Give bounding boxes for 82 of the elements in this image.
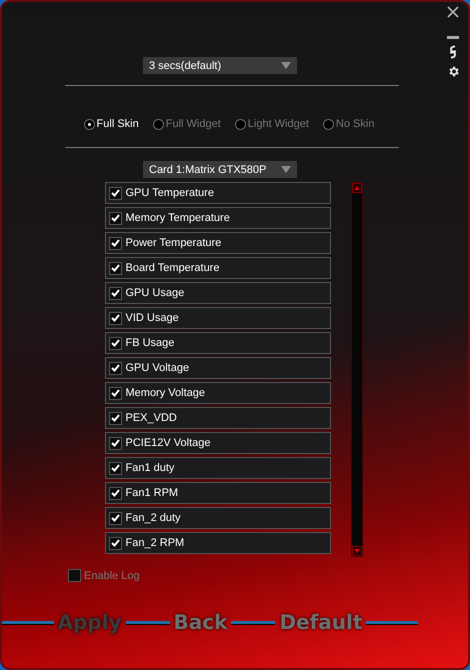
check-icon — [110, 264, 120, 272]
monitor-label: Memory Voltage — [126, 387, 205, 399]
monitor-label: FB Usage — [126, 337, 174, 349]
checkbox[interactable] — [108, 212, 122, 224]
check-icon — [110, 289, 120, 297]
checkbox[interactable] — [108, 336, 122, 350]
monitor-item[interactable]: Fan_2 RPM — [104, 532, 330, 554]
check-icon — [110, 489, 120, 497]
monitor-item[interactable]: GPU Voltage — [104, 357, 330, 379]
checkbox[interactable] — [108, 536, 122, 550]
checkbox[interactable] — [108, 412, 122, 424]
monitor-label: Power Temperature — [126, 237, 222, 249]
monitor-item[interactable]: PEX_VDD — [104, 407, 330, 429]
skin-radio[interactable]: Full Widget — [152, 118, 221, 130]
skin-radio[interactable]: No Skin — [322, 118, 374, 130]
checkbox[interactable] — [108, 486, 122, 500]
card-dropdown[interactable]: Card 1:Matrix GTX580P — [143, 161, 297, 178]
monitor-label: Fan_2 RPM — [126, 537, 184, 549]
check-icon — [110, 214, 120, 222]
check-icon — [110, 464, 120, 472]
checkbox[interactable] — [108, 262, 122, 274]
check-icon — [110, 439, 120, 447]
check-icon — [110, 189, 120, 197]
check-icon — [110, 514, 120, 522]
monitor-item[interactable]: Fan1 duty — [104, 457, 330, 479]
monitor-item[interactable]: VID Usage — [104, 307, 330, 329]
minimize-icon — [447, 36, 459, 39]
monitor-item[interactable]: Power Temperature — [104, 232, 330, 254]
skin-radio[interactable]: Light Widget — [234, 118, 309, 130]
settings-button[interactable] — [446, 65, 460, 78]
checkbox[interactable] — [108, 512, 122, 524]
monitor-label: Fan1 RPM — [126, 487, 178, 499]
monitor-item[interactable]: Board Temperature — [104, 257, 330, 279]
link-button[interactable] — [447, 45, 459, 59]
check-icon — [110, 389, 120, 397]
close-icon — [447, 6, 459, 18]
checkbox[interactable] — [108, 286, 122, 300]
monitor-item[interactable]: Memory Voltage — [104, 382, 330, 404]
checkbox[interactable] — [108, 386, 122, 400]
checkbox[interactable] — [108, 436, 122, 450]
monitor-item[interactable]: Memory Temperature — [104, 207, 330, 229]
monitor-label: GPU Temperature — [126, 187, 214, 199]
checkbox[interactable] — [108, 362, 122, 374]
monitor-label: Board Temperature — [126, 262, 220, 274]
monitor-label: GPU Usage — [126, 287, 184, 299]
caret-icon — [281, 166, 291, 173]
monitor-label: Memory Temperature — [126, 212, 230, 224]
monitor-item[interactable]: PCIE12V Voltage — [104, 432, 330, 454]
up-arrow-icon — [354, 186, 360, 190]
scroll-down-button[interactable] — [352, 546, 362, 556]
interval-dropdown[interactable]: 3 secs(default) — [143, 57, 297, 74]
checkbox[interactable] — [108, 462, 122, 474]
settings-icon — [446, 65, 460, 78]
check-icon — [110, 339, 120, 347]
checkbox[interactable] — [68, 569, 81, 582]
monitor-label: Fan1 duty — [126, 462, 174, 474]
scrollbar[interactable] — [350, 182, 362, 557]
checkbox[interactable] — [108, 186, 122, 200]
monitor-item[interactable]: GPU Temperature — [104, 182, 330, 204]
monitor-label: VID Usage — [126, 312, 179, 324]
checkbox[interactable] — [108, 236, 122, 250]
monitor-item[interactable]: FB Usage — [104, 332, 330, 354]
down-arrow-icon — [354, 548, 360, 554]
link-icon — [447, 45, 459, 59]
check-icon — [110, 239, 120, 247]
monitor-label: Fan_2 duty — [126, 512, 181, 524]
close-button[interactable] — [447, 6, 459, 18]
monitor-label: GPU Voltage — [126, 362, 190, 374]
monitor-item[interactable]: Fan_2 duty — [104, 507, 330, 529]
check-icon — [110, 539, 120, 547]
monitor-item[interactable]: GPU Usage — [104, 282, 330, 304]
monitor-item[interactable]: Fan1 RPM — [104, 482, 330, 504]
check-icon — [110, 314, 120, 322]
skin-radio[interactable]: Full Skin — [84, 118, 139, 130]
caret-icon — [281, 62, 291, 69]
monitor-label: PCIE12V Voltage — [126, 437, 211, 449]
scroll-up-button[interactable] — [352, 183, 362, 193]
enable-log-label: Enable Log — [84, 570, 140, 582]
monitor-label: PEX_VDD — [126, 412, 177, 424]
check-icon — [110, 414, 120, 422]
check-icon — [110, 364, 120, 372]
checkbox[interactable] — [108, 312, 122, 324]
